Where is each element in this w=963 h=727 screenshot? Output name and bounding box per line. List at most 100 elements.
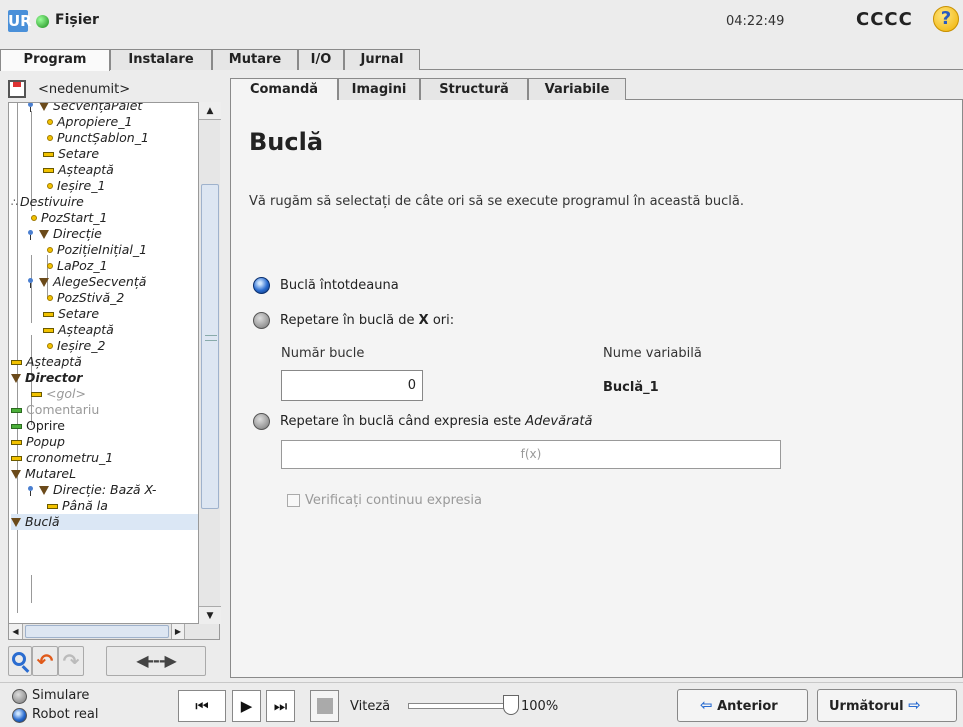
tree-node[interactable]: PozStivă_2 [47,290,124,306]
tab-imagini[interactable]: Imagini [338,78,420,100]
tab-comanda[interactable]: Comandă [230,78,338,100]
option-loop-always-label: Buclă întotdeauna [280,278,399,293]
speed-slider-track[interactable] [408,703,514,709]
robot-name: CCCC [856,9,913,30]
triangle-icon [39,230,49,239]
tree-node[interactable]: Oprire [11,418,65,434]
tree-node[interactable]: PunctȘablon_1 [47,130,149,146]
undo-button[interactable]: ↶ [32,646,58,676]
command-tabs: Comandă Imagini Structură Variabile [230,78,963,100]
scroll-thumb[interactable] [201,184,219,509]
expression-input[interactable]: f(x) [281,440,781,469]
tree-node[interactable]: Comentariu [11,402,99,418]
variable-name-label: Nume variabilă [603,346,702,361]
arrow-left-icon: ⇦ [700,696,713,714]
run-status-icon [36,15,49,28]
tree-node[interactable]: Așteaptă [11,354,82,370]
loop-count-input[interactable]: 0 [281,370,423,401]
tree-node[interactable]: cronometru_1 [11,450,113,466]
triangle-icon [11,374,21,383]
scroll-down-icon[interactable]: ▼ [199,606,221,624]
play-button[interactable]: ▶ [232,690,261,722]
scroll-left-icon[interactable]: ◀ [9,624,23,639]
tree-node[interactable]: Direcție [27,226,102,242]
tree-node[interactable]: MutareL [11,466,76,482]
tree-node[interactable]: Ieșire_1 [47,178,105,194]
tree-node[interactable]: Setare [43,146,99,162]
waypoint-icon [47,247,53,253]
program-tree[interactable]: SecvențaPalet Apropiere_1 PunctȘablon_1 … [8,102,220,624]
pin-icon [27,485,35,496]
tab-mutare[interactable]: Mutare [212,49,298,70]
radio-loop-expression[interactable] [253,413,270,430]
radio-loop-times[interactable] [253,312,270,329]
previous-label: Anterior [717,699,778,714]
action-bar-icon [31,391,42,397]
tree-node[interactable]: Ieșire_2 [47,338,105,354]
tree-node[interactable]: Popup [11,434,65,450]
waypoint-icon [47,343,53,349]
waypoint-icon [31,215,37,221]
tree-node[interactable]: PozițieInițial_1 [47,242,147,258]
tab-variabile[interactable]: Variabile [528,78,626,100]
file-menu[interactable]: Fișier [55,12,99,28]
tree-vertical-scrollbar[interactable]: ▲ ▼ [198,102,221,624]
scroll-right-icon[interactable]: ▶ [171,624,185,639]
tree-node[interactable]: <gol> [31,386,86,402]
tree-node[interactable]: Apropiere_1 [47,114,132,130]
tab-structura[interactable]: Structură [420,78,528,100]
move-node-button[interactable]: ◀---▶ [106,646,206,676]
radio-real-robot[interactable] [12,708,27,723]
tab-jurnal[interactable]: Jurnal [344,49,420,70]
tree-node[interactable]: LaPoz_1 [47,258,108,274]
tree-toolbar: ↶ ↷ ◀---▶ [8,646,228,678]
speed-value: 100% [521,699,559,714]
tree-node[interactable]: Direcție: Bază X- [27,482,156,498]
program-header: <nedenumit> [8,80,228,100]
action-bar-icon [43,311,54,317]
next-label: Următorul [829,699,904,714]
speed-slider-thumb[interactable] [503,695,519,715]
step-button[interactable]: ⏭ [266,690,295,722]
search-button[interactable] [8,646,32,676]
stop-bar-icon [11,423,22,429]
skip-to-start-icon: ⏮ [195,697,209,715]
tree-node[interactable]: Așteaptă [43,322,114,338]
previous-button[interactable]: ⇦ Anterior [677,689,808,722]
stop-button[interactable] [310,690,339,722]
tree-node[interactable]: ∴ Destivuire [11,194,84,210]
skip-to-start-button[interactable]: ⏮ [178,690,226,722]
action-bar-icon [43,167,54,173]
save-icon[interactable] [8,80,26,98]
tree-node[interactable]: Așteaptă [43,162,114,178]
tree-horizontal-scrollbar[interactable]: ◀ ▶ [8,624,220,640]
undo-icon: ↶ [36,649,54,673]
bottom-bar: Simulare Robot real ⏮ ▶ ⏭ Viteză 100% ⇦ … [0,682,963,727]
tree-node[interactable]: AlegeSecvență [27,274,146,290]
program-tree-panel: <nedenumit> SecvențaPalet Apropiere_1 Pu… [8,74,228,684]
action-bar-icon [47,503,58,509]
scroll-up-icon[interactable]: ▲ [199,102,221,120]
tree-node[interactable]: SecvențaPalet [27,103,142,114]
continuous-check-checkbox[interactable] [287,494,300,507]
tree-node-selected[interactable]: Buclă [11,514,199,530]
help-icon[interactable]: ? [933,6,959,32]
triangle-icon [39,103,49,111]
tree-node[interactable]: PozStart_1 [31,210,108,226]
next-button[interactable]: Următorul ⇨ [817,689,957,722]
tree-node[interactable]: Director [11,370,82,386]
redo-button[interactable]: ↷ [58,646,84,676]
radio-loop-always[interactable] [253,277,270,294]
search-icon [12,652,26,666]
play-icon: ▶ [240,697,253,715]
action-bar-icon [43,151,54,157]
radio-simulation[interactable] [12,689,27,704]
speed-label: Viteză [350,699,391,714]
tab-instalare[interactable]: Instalare [110,49,212,70]
tab-program[interactable]: Program [0,49,110,71]
tree-node[interactable]: Până la [47,498,108,514]
move-icon: ◀---▶ [136,651,177,670]
tab-io[interactable]: I/O [298,49,344,70]
horizontal-scroll-thumb[interactable] [25,625,169,638]
tree-node[interactable]: Setare [43,306,99,322]
